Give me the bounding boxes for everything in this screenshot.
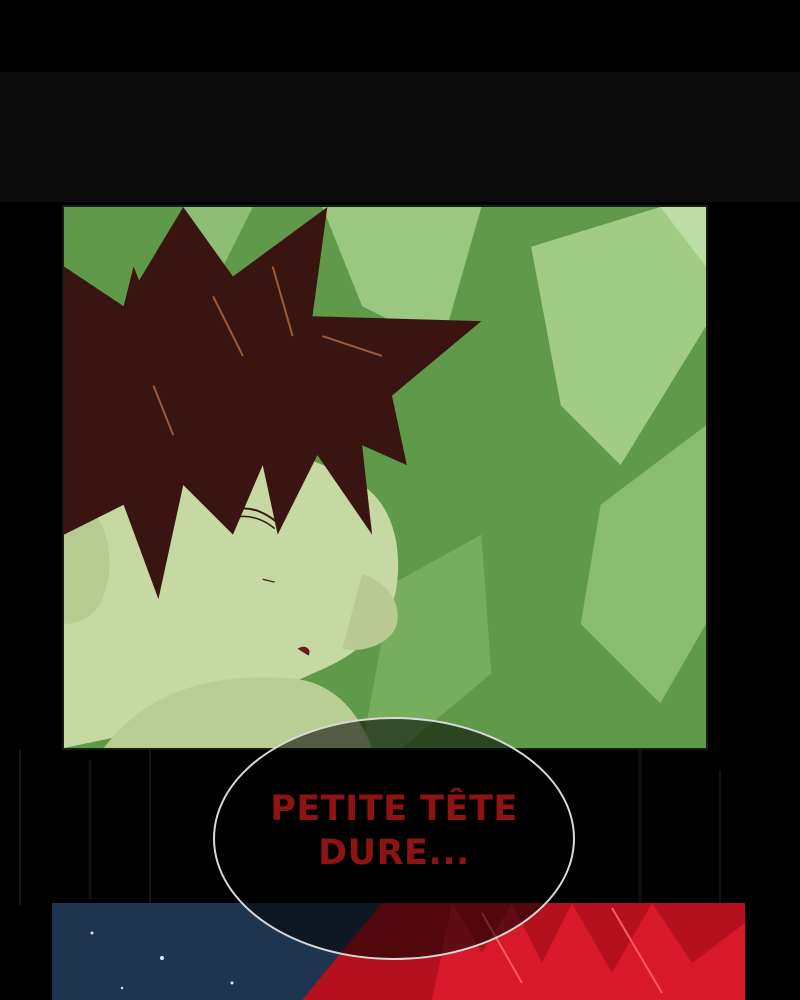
- speech-line-1: PETITE TÊTE: [270, 788, 518, 829]
- top-dark-band: [0, 72, 800, 202]
- speech-bubble: PETITE TÊTE DURE...: [213, 717, 575, 960]
- speech-bubble-text: PETITE TÊTE DURE...: [270, 787, 518, 875]
- speech-line-2: DURE...: [318, 832, 470, 873]
- character-illustration: [64, 207, 706, 748]
- comic-page: PETITE TÊTE DURE...: [0, 0, 800, 1000]
- comic-panel-character: [62, 205, 708, 750]
